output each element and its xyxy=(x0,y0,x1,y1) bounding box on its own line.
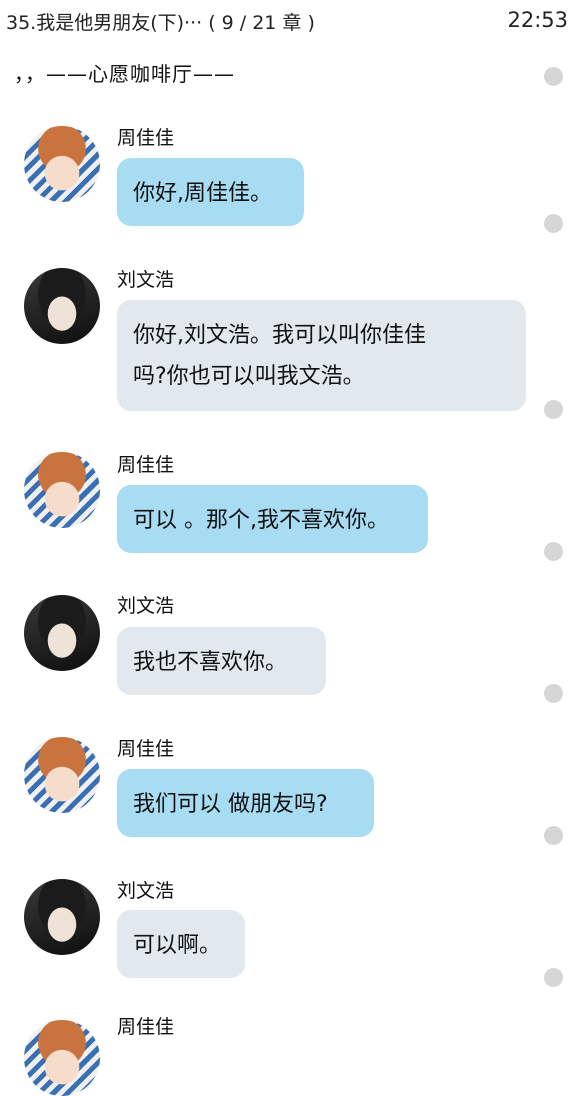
message-bubble[interactable]: 我们可以 做朋友吗? xyxy=(117,769,374,837)
sender-name: 刘文浩 xyxy=(117,269,175,291)
message-bubble[interactable]: 可以 。那个,我不喜欢你。 xyxy=(117,485,428,553)
clock: 22:53 xyxy=(507,8,568,32)
scroll-dot[interactable] xyxy=(544,67,563,86)
message-bubble[interactable]: 你好,周佳佳。 xyxy=(117,158,304,226)
avatar-liu[interactable] xyxy=(24,268,100,344)
sender-name: 刘文浩 xyxy=(117,880,175,902)
scene-title: ，，——心愿咖啡厅—— xyxy=(14,62,235,86)
message-text: 我也不喜欢你。 xyxy=(133,650,288,675)
message-bubble[interactable]: 你好,刘文浩。我可以叫你佳佳 吗?你也可以叫我文浩。 xyxy=(117,300,526,411)
scroll-dot[interactable] xyxy=(544,968,563,987)
avatar-zhou[interactable] xyxy=(24,126,100,202)
scroll-dot[interactable] xyxy=(544,542,563,561)
message-text: 吗?你也可以叫我文浩。 xyxy=(133,364,365,389)
avatar-liu[interactable] xyxy=(24,595,100,671)
avatar-zhou[interactable] xyxy=(24,452,100,528)
avatar-zhou[interactable] xyxy=(24,1020,100,1096)
scroll-dot[interactable] xyxy=(544,400,563,419)
message-bubble[interactable]: 我也不喜欢你。 xyxy=(117,627,326,695)
sender-name: 刘文浩 xyxy=(117,595,175,617)
message-bubble[interactable]: 可以啊。 xyxy=(117,910,245,978)
message-text: 我们可以 做朋友吗? xyxy=(133,792,328,817)
avatar-liu[interactable] xyxy=(24,879,100,955)
sender-name: 周佳佳 xyxy=(117,454,175,476)
sender-name: 周佳佳 xyxy=(117,1016,175,1038)
avatar-zhou[interactable] xyxy=(24,737,100,813)
chapter-title: 35.我是他男朋友(下)··· ( 9 / 21 章 ) xyxy=(6,12,315,34)
scroll-dot[interactable] xyxy=(544,826,563,845)
sender-name: 周佳佳 xyxy=(117,127,175,149)
scroll-dot[interactable] xyxy=(544,684,563,703)
message-text: 可以 。那个,我不喜欢你。 xyxy=(133,508,389,533)
scroll-dot[interactable] xyxy=(544,214,563,233)
message-text: 你好,刘文浩。我可以叫你佳佳 xyxy=(133,323,426,348)
status-bar: 35.我是他男朋友(下)··· ( 9 / 21 章 ) 22:53 xyxy=(0,0,576,40)
message-text: 你好,周佳佳。 xyxy=(133,181,272,206)
sender-name: 周佳佳 xyxy=(117,738,175,760)
message-text: 可以啊。 xyxy=(133,933,222,958)
